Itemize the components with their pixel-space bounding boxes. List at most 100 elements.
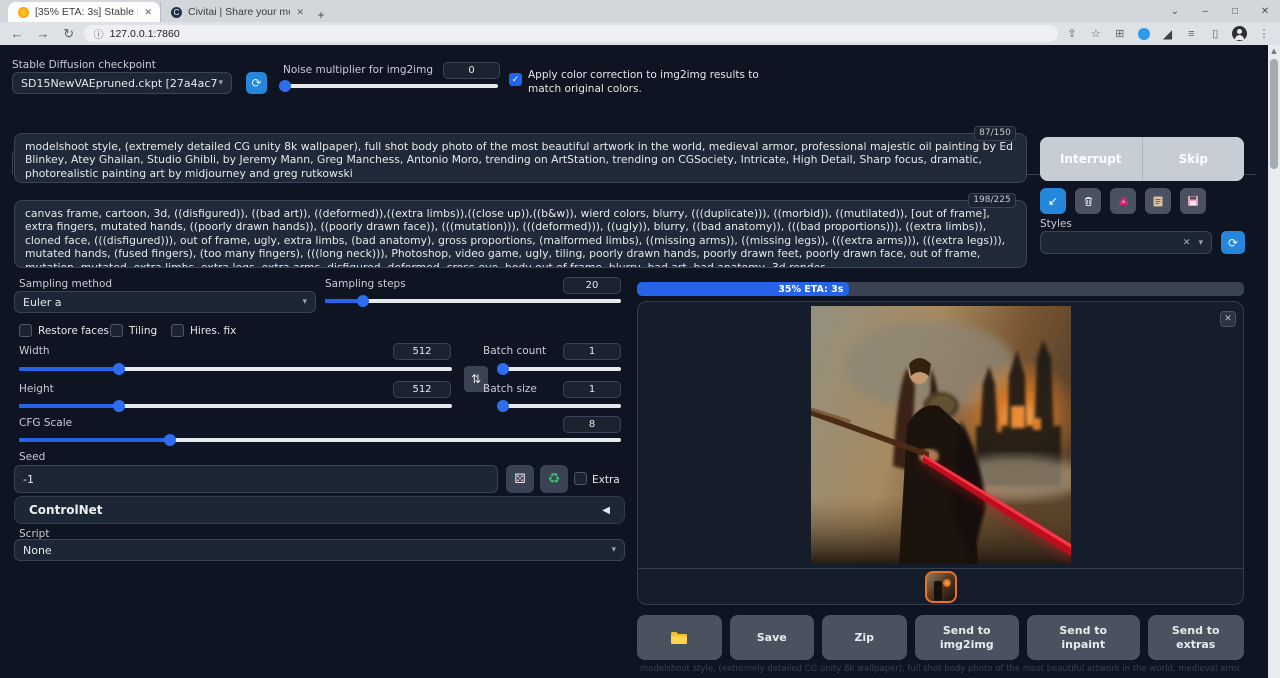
floppy-save-icon: [1187, 195, 1199, 207]
close-preview-button[interactable]: ✕: [1220, 311, 1236, 327]
save-style-button[interactable]: [1180, 188, 1206, 214]
clear-prompt-button[interactable]: [1075, 188, 1101, 214]
height-label: Height: [19, 383, 54, 395]
apply-styles-button[interactable]: [1145, 188, 1171, 214]
seed-input[interactable]: -1: [14, 465, 498, 493]
minimize-button[interactable]: –: [1190, 6, 1220, 17]
tab-close-icon[interactable]: ✕: [144, 7, 152, 18]
width-input[interactable]: 512: [393, 343, 451, 360]
noise-multiplier-input[interactable]: 0: [443, 62, 500, 79]
sampling-method-dropdown[interactable]: Euler a ▾: [14, 291, 316, 313]
sampling-steps-slider[interactable]: [325, 294, 621, 306]
sampling-method-value: Euler a: [23, 296, 62, 309]
styles-dropdown[interactable]: ✕ ▾: [1040, 231, 1212, 254]
batch-count-slider[interactable]: [498, 362, 621, 374]
refresh-icon: ⟳: [251, 76, 261, 90]
address-bar[interactable]: ⓘ 127.0.0.1:7860: [84, 25, 1058, 42]
sampling-method-label: Sampling method: [19, 278, 112, 290]
thumbnail-figure: [934, 581, 942, 601]
skip-button[interactable]: Skip: [1143, 137, 1245, 181]
browser-tab-stable-diffusion[interactable]: [35% ETA: 3s] Stable Diffusion ✕: [8, 2, 160, 22]
batch-size-slider[interactable]: [498, 399, 621, 411]
checkpoint-refresh-button[interactable]: ⟳: [246, 72, 267, 94]
civitai-favicon: C: [171, 7, 182, 18]
extensions-puzzle-icon[interactable]: ◢: [1158, 27, 1178, 41]
random-seed-button[interactable]: ⚄: [506, 465, 534, 493]
chevron-down-icon: ▾: [302, 297, 307, 307]
profile-avatar[interactable]: [1232, 26, 1247, 41]
save-button[interactable]: Save: [730, 615, 815, 660]
width-slider[interactable]: [19, 362, 452, 374]
slider-thumb[interactable]: [497, 400, 509, 412]
slider-thumb[interactable]: [113, 363, 125, 375]
forward-icon[interactable]: →: [32, 26, 54, 41]
extra-seed-checkbox[interactable]: [574, 472, 587, 485]
back-icon[interactable]: ←: [6, 26, 28, 41]
tiling-checkbox[interactable]: [110, 324, 123, 337]
sampling-steps-input[interactable]: 20: [563, 277, 621, 294]
cfg-scale-slider[interactable]: [19, 433, 621, 445]
send-to-inpaint-button[interactable]: Send to inpaint: [1027, 615, 1140, 660]
tab-close-icon[interactable]: ✕: [296, 7, 304, 18]
extension-blue-icon[interactable]: [1138, 28, 1150, 40]
checkpoint-dropdown[interactable]: SD15NewVAEpruned.ckpt [27a4ac756c] ▾: [12, 72, 232, 94]
paste-generation-params-button[interactable]: ↙: [1040, 188, 1066, 214]
side-panel-icon[interactable]: ▯: [1205, 27, 1225, 40]
browser-tabstrip: [35% ETA: 3s] Stable Diffusion ✕ C Civit…: [0, 0, 1280, 22]
slider-thumb[interactable]: [497, 363, 509, 375]
tab-search-icon[interactable]: ⌄: [1160, 6, 1190, 17]
styles-label: Styles: [1040, 218, 1072, 230]
extra-networks-button[interactable]: [1110, 188, 1136, 214]
slider-thumb[interactable]: [113, 400, 125, 412]
interrupt-button[interactable]: Interrupt: [1040, 137, 1142, 181]
reading-list-icon[interactable]: ≡: [1181, 28, 1201, 40]
height-input[interactable]: 512: [393, 381, 451, 398]
noise-multiplier-slider[interactable]: [281, 79, 498, 91]
generated-image-preview[interactable]: [811, 306, 1071, 564]
clipboard-icon: [1152, 195, 1164, 208]
slider-thumb[interactable]: [357, 295, 369, 307]
share-icon[interactable]: ⇪: [1062, 27, 1082, 40]
prompt-textarea[interactable]: modelshoot style, (extremely detailed CG…: [14, 133, 1027, 183]
scrollbar-thumb[interactable]: [1270, 59, 1278, 169]
cfg-scale-input[interactable]: 8: [563, 416, 621, 433]
clear-styles-icon[interactable]: ✕: [1183, 238, 1191, 248]
hires-fix-checkbox[interactable]: [171, 324, 184, 337]
zip-button[interactable]: Zip: [822, 615, 907, 660]
send-to-extras-button[interactable]: Send to extras: [1148, 615, 1245, 660]
reload-icon[interactable]: ↻: [58, 26, 80, 42]
negative-prompt-textarea[interactable]: canvas frame, cartoon, 3d, ((disfigured)…: [14, 200, 1027, 268]
slider-fill: [19, 438, 170, 442]
batch-count-label: Batch count: [483, 345, 546, 357]
browser-menu-icon[interactable]: ⋮: [1254, 27, 1274, 40]
extension-grid-icon[interactable]: ⊞: [1110, 27, 1130, 40]
page-scrollbar[interactable]: ▲: [1268, 45, 1280, 678]
window-close-button[interactable]: ✕: [1250, 6, 1280, 17]
open-folder-button[interactable]: [637, 615, 722, 660]
styles-refresh-button[interactable]: ⟳: [1221, 231, 1245, 254]
controlnet-label: ControlNet: [29, 503, 103, 517]
color-correction-checkbox[interactable]: ✓: [509, 73, 522, 86]
batch-count-input[interactable]: 1: [563, 343, 621, 360]
reuse-seed-button[interactable]: ♻: [540, 465, 568, 493]
slider-thumb[interactable]: [164, 434, 176, 446]
slider-fill: [498, 404, 503, 408]
slider-track: [498, 404, 621, 408]
negative-prompt-token-counter: 198/225: [968, 193, 1016, 208]
browser-tab-civitai[interactable]: C Civitai | Share your models ✕: [160, 2, 312, 22]
generation-info-text: modelshoot style, (extremely detailed CG…: [640, 664, 1240, 677]
slider-thumb[interactable]: [279, 80, 291, 92]
controlnet-accordion[interactable]: ControlNet ◀: [14, 496, 625, 524]
script-dropdown[interactable]: None ▾: [14, 539, 625, 561]
new-tab-button[interactable]: +: [312, 8, 330, 22]
scrollbar-up-arrow[interactable]: ▲: [1268, 47, 1280, 55]
height-slider[interactable]: [19, 399, 452, 411]
maximize-button[interactable]: □: [1220, 6, 1250, 17]
send-to-img2img-button[interactable]: Send to img2img: [915, 615, 1020, 660]
seed-label: Seed: [19, 451, 45, 463]
bookmark-star-icon[interactable]: ☆: [1086, 27, 1106, 40]
gallery-thumbnail-selected[interactable]: [925, 571, 957, 603]
batch-size-input[interactable]: 1: [563, 381, 621, 398]
site-info-icon[interactable]: ⓘ: [94, 26, 104, 41]
restore-faces-checkbox[interactable]: [19, 324, 32, 337]
